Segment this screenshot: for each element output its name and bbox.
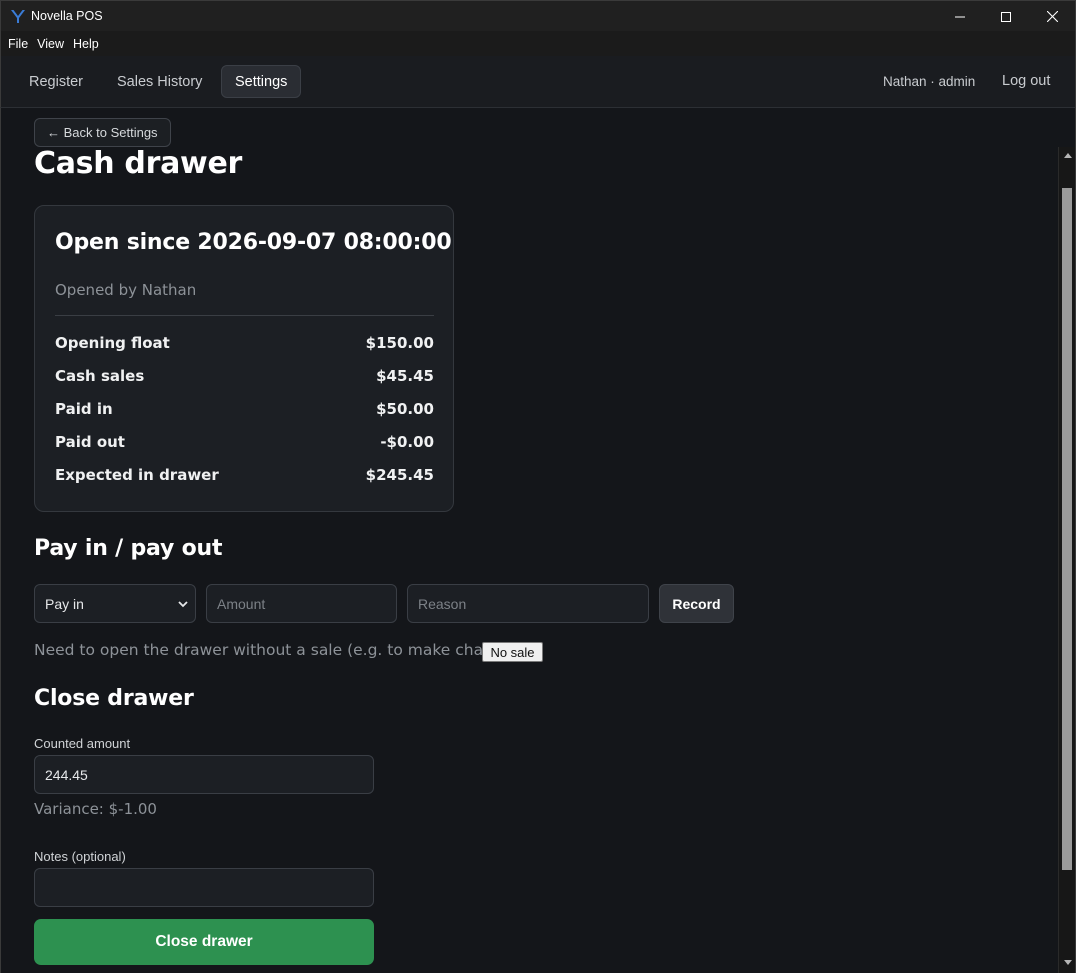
- close-drawer-button[interactable]: Close drawer: [34, 919, 374, 965]
- summary-label: Opening float: [55, 334, 170, 352]
- scroll-thumb[interactable]: [1062, 188, 1072, 870]
- summary-row-cash-sales: Cash sales $45.45: [55, 367, 434, 385]
- record-button[interactable]: Record: [659, 584, 734, 623]
- amount-placeholder: Amount: [217, 595, 266, 612]
- summary-row-paid-in: Paid in $50.00: [55, 400, 434, 418]
- scroll-up-arrow-icon[interactable]: [1059, 147, 1076, 163]
- current-user: Nathan · admin: [883, 74, 976, 89]
- close-drawer-title: Close drawer: [34, 686, 194, 711]
- close-window-button[interactable]: [1029, 1, 1075, 31]
- divider: [55, 315, 434, 316]
- vertical-scrollbar[interactable]: [1058, 147, 1075, 973]
- summary-value: $245.45: [365, 466, 434, 484]
- menu-file[interactable]: File: [8, 37, 28, 51]
- pay-type-selected: Pay in: [45, 595, 84, 612]
- reason-input[interactable]: Reason: [407, 584, 649, 623]
- title-bar: Novella POS: [0, 0, 1076, 31]
- no-sale-button[interactable]: No sale: [482, 642, 543, 662]
- notes-label: Notes (optional): [34, 849, 126, 864]
- pay-in-out-title: Pay in / pay out: [34, 536, 223, 561]
- opened-by: Opened by Nathan: [55, 281, 197, 299]
- tab-register[interactable]: Register: [16, 65, 96, 98]
- chevron-down-icon: [177, 597, 189, 613]
- summary-row-expected: Expected in drawer $245.45: [55, 466, 434, 484]
- summary-value: $50.00: [376, 400, 434, 418]
- tab-sales-history[interactable]: Sales History: [104, 65, 215, 98]
- counted-amount-input[interactable]: 244.45: [34, 755, 374, 794]
- menu-bar: File View Help: [0, 31, 1076, 56]
- notes-input[interactable]: [34, 868, 374, 907]
- summary-label: Cash sales: [55, 367, 145, 385]
- close-icon: [1046, 7, 1058, 26]
- pay-type-select[interactable]: Pay in: [34, 584, 196, 623]
- menu-help[interactable]: Help: [73, 37, 99, 51]
- summary-value: $45.45: [376, 367, 434, 385]
- menu-view[interactable]: View: [37, 37, 64, 51]
- summary-row-opening-float: Opening float $150.00: [55, 334, 434, 352]
- tab-settings[interactable]: Settings: [221, 65, 301, 98]
- amount-input[interactable]: Amount: [206, 584, 397, 623]
- summary-label: Paid in: [55, 400, 113, 418]
- summary-value: -$0.00: [380, 433, 434, 451]
- counted-amount-label: Counted amount: [34, 736, 131, 751]
- logout-button[interactable]: Log out: [1002, 73, 1050, 89]
- no-sale-prompt: Need to open the drawer without a sale (…: [34, 641, 527, 659]
- nav-bar: Register Sales History Settings Nathan ·…: [0, 56, 1076, 108]
- window-controls: [937, 1, 1075, 31]
- drawer-summary-card: Open since 2026-09-07 08:00:00 Opened by…: [34, 205, 454, 512]
- back-to-settings-button[interactable]: ← Back to Settings: [34, 118, 171, 147]
- scroll-down-arrow-icon[interactable]: [1059, 955, 1076, 971]
- page-title: Cash drawer: [34, 146, 242, 181]
- drawer-open-title: Open since 2026-09-07 08:00:00: [55, 230, 452, 255]
- window-title: Novella POS: [31, 9, 103, 23]
- summary-value: $150.00: [365, 334, 434, 352]
- reason-placeholder: Reason: [418, 595, 467, 612]
- maximize-button[interactable]: [983, 1, 1029, 31]
- minimize-button[interactable]: [937, 1, 983, 31]
- minimize-icon: [955, 7, 965, 26]
- summary-label: Expected in drawer: [55, 466, 219, 484]
- maximize-icon: [1001, 7, 1011, 26]
- summary-label: Paid out: [55, 433, 125, 451]
- main-content: ← Back to Settings Cash drawer Open sinc…: [0, 108, 1058, 973]
- counted-amount-value: 244.45: [45, 766, 88, 783]
- app-logo-icon: [9, 7, 27, 25]
- summary-row-paid-out: Paid out -$0.00: [55, 433, 434, 451]
- variance-text: Variance: $-1.00: [34, 800, 157, 818]
